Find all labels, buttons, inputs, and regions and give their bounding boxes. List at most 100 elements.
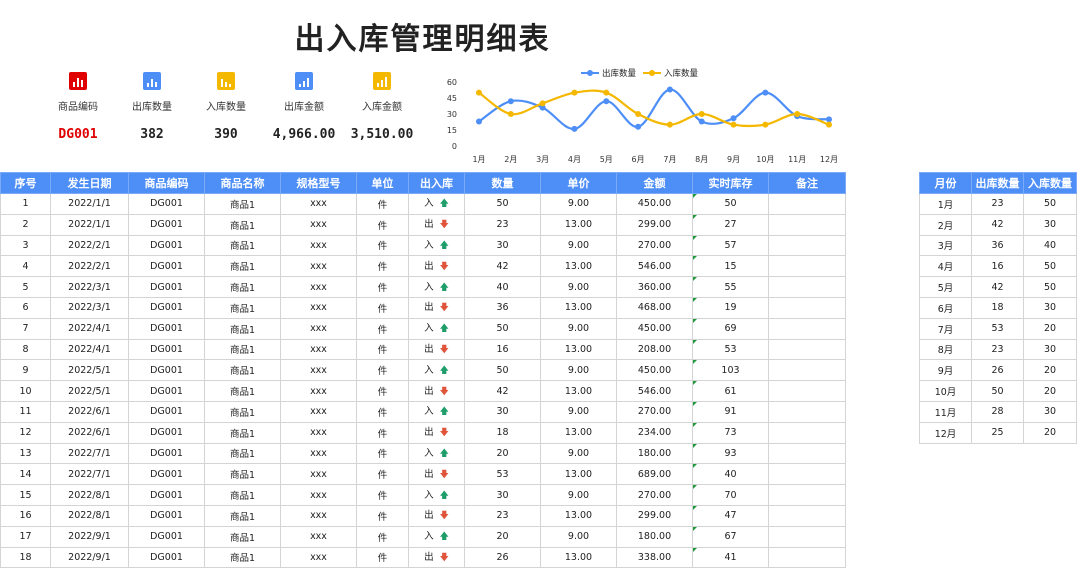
table-cell[interactable]: 2022/7/1 [50, 463, 129, 486]
table-cell[interactable]: 商品1 [204, 525, 281, 548]
table-cell[interactable]: xxx [280, 442, 357, 465]
table-cell[interactable]: xxx [280, 380, 357, 402]
table-cell[interactable]: xxx [280, 525, 357, 548]
table-cell[interactable]: 41 [692, 546, 769, 569]
table-cell[interactable]: 270.00 [616, 234, 693, 257]
table-cell[interactable]: xxx [280, 234, 357, 257]
table-cell[interactable]: 13.00 [540, 421, 617, 444]
data-point[interactable] [826, 116, 832, 123]
table-cell[interactable]: 入 🡅 [408, 400, 465, 423]
table-cell[interactable]: DG001 [128, 255, 205, 278]
table-cell[interactable]: 2022/9/1 [50, 546, 129, 569]
table-cell[interactable]: 入 🡅 [408, 484, 465, 506]
table-cell[interactable]: 件 [356, 338, 409, 361]
table-cell[interactable]: 出 🡇 [408, 255, 465, 278]
table-cell[interactable]: 商品1 [204, 276, 281, 298]
table-cell[interactable]: DG001 [128, 276, 205, 298]
table-row[interactable]: 14 2022/7/1 DG001 商品1 xxx 件出 🡇 53 13.00 689.00 40 [0, 463, 846, 486]
table-cell[interactable]: 商品1 [204, 546, 281, 569]
table-cell[interactable]: 入 🡅 [408, 317, 465, 340]
table-cell[interactable]: 12 [0, 421, 51, 444]
table-cell[interactable]: 10月 [919, 380, 972, 402]
table-cell[interactable]: 2022/2/1 [50, 255, 129, 278]
table-cell[interactable]: 180.00 [616, 442, 693, 465]
data-point[interactable] [507, 98, 514, 105]
table-cell[interactable]: 18 [464, 421, 541, 444]
data-point[interactable] [603, 89, 610, 96]
table-cell[interactable]: 入 🡅 [408, 525, 465, 548]
table-row[interactable]: 7 2022/4/1 DG001 商品1 xxx 件入 🡅 50 9.00 450.00 69 [0, 317, 846, 340]
table-cell[interactable] [768, 359, 846, 382]
table-cell[interactable]: 4月 [919, 255, 972, 278]
table-cell[interactable] [768, 504, 846, 527]
table-cell[interactable]: 15 [692, 255, 769, 278]
table-row[interactable]: 6 2022/3/1 DG001 商品1 xxx 件出 🡇 36 13.00 468.00 19 [0, 296, 846, 319]
table-row[interactable]: 9月 26 20 [919, 359, 1077, 382]
table-cell[interactable]: 9.00 [540, 317, 617, 340]
table-cell[interactable]: 件 [356, 463, 409, 486]
table-cell[interactable]: 13.00 [540, 338, 617, 361]
table-cell[interactable]: 入 🡅 [408, 276, 465, 298]
table-cell[interactable]: 出 🡇 [408, 213, 465, 236]
table-cell[interactable]: 42 [971, 213, 1024, 236]
column-header[interactable]: 金额 [616, 172, 693, 194]
table-cell[interactable]: 234.00 [616, 421, 693, 444]
table-row[interactable]: 11月 28 30 [919, 400, 1077, 423]
table-cell[interactable]: 2022/9/1 [50, 525, 129, 548]
table-cell[interactable]: 出 🡇 [408, 296, 465, 319]
table-cell[interactable]: 28 [971, 400, 1024, 423]
table-row[interactable]: 2 2022/1/1 DG001 商品1 xxx 件出 🡇 23 13.00 299.00 27 [0, 213, 846, 236]
table-row[interactable]: 4月 16 50 [919, 255, 1077, 278]
data-point[interactable] [571, 89, 578, 96]
table-cell[interactable]: 42 [464, 380, 541, 402]
data-point[interactable] [698, 118, 705, 125]
table-cell[interactable]: 40 [692, 463, 769, 486]
column-header[interactable]: 出库数量 [971, 172, 1024, 194]
table-cell[interactable]: 13.00 [540, 380, 617, 402]
table-cell[interactable]: 13.00 [540, 463, 617, 486]
table-cell[interactable]: 11月 [919, 400, 972, 423]
table-cell[interactable]: 件 [356, 504, 409, 527]
table-cell[interactable]: 6月 [919, 296, 972, 319]
table-cell[interactable]: 270.00 [616, 484, 693, 506]
table-cell[interactable]: 50 [1023, 255, 1077, 278]
column-header[interactable]: 规格型号 [280, 172, 357, 194]
table-cell[interactable]: DG001 [128, 317, 205, 340]
table-cell[interactable]: 13 [0, 442, 51, 465]
table-cell[interactable]: 件 [356, 234, 409, 257]
table-cell[interactable]: 件 [356, 276, 409, 298]
table-cell[interactable]: 338.00 [616, 546, 693, 569]
table-cell[interactable]: DG001 [128, 400, 205, 423]
table-cell[interactable]: 20 [464, 525, 541, 548]
table-cell[interactable]: 2022/5/1 [50, 380, 129, 402]
table-cell[interactable] [768, 400, 846, 423]
table-cell[interactable]: 9.00 [540, 442, 617, 465]
table-cell[interactable]: 9.00 [540, 359, 617, 382]
table-row[interactable]: 5月 42 50 [919, 276, 1077, 298]
table-cell[interactable]: 8 [0, 338, 51, 361]
table-cell[interactable]: 26 [971, 359, 1024, 382]
table-cell[interactable]: 30 [1023, 338, 1077, 361]
table-cell[interactable]: 商品1 [204, 442, 281, 465]
table-cell[interactable]: 件 [356, 484, 409, 506]
table-cell[interactable]: 9.00 [540, 484, 617, 506]
data-point[interactable] [476, 89, 482, 96]
kpi-in-qty[interactable]: 入库数量 390 [188, 72, 264, 142]
table-row[interactable]: 1月 23 50 [919, 193, 1077, 215]
table-cell[interactable]: xxx [280, 296, 357, 319]
column-header[interactable]: 实时库存 [692, 172, 769, 194]
table-cell[interactable]: 件 [356, 525, 409, 548]
data-point[interactable] [730, 121, 737, 128]
table-cell[interactable]: xxx [280, 546, 357, 569]
table-cell[interactable]: 2022/8/1 [50, 484, 129, 506]
table-cell[interactable]: 42 [464, 255, 541, 278]
table-cell[interactable]: 商品1 [204, 380, 281, 402]
table-cell[interactable]: 10 [0, 380, 51, 402]
table-row[interactable]: 3 2022/2/1 DG001 商品1 xxx 件入 🡅 30 9.00 270.00 57 [0, 234, 846, 257]
table-cell[interactable]: 69 [692, 317, 769, 340]
table-row[interactable]: 7月 53 20 [919, 317, 1077, 340]
table-cell[interactable]: 546.00 [616, 255, 693, 278]
table-cell[interactable]: 20 [1023, 380, 1077, 402]
table-cell[interactable]: xxx [280, 484, 357, 506]
table-cell[interactable]: 450.00 [616, 317, 693, 340]
